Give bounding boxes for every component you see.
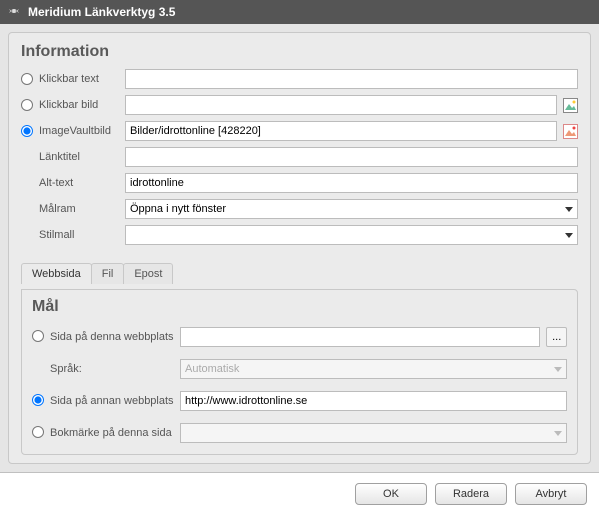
label-language: Språk: [50,363,180,375]
select-target-frame-value: Öppna i nytt fönster [130,203,226,215]
input-alt-text[interactable] [125,173,578,193]
input-imagevault[interactable] [125,121,557,141]
window-title: Meridium Länkverktyg 3.5 [28,5,175,19]
chevron-down-icon [554,367,562,372]
input-clickable-image[interactable] [125,95,557,115]
ok-button[interactable]: OK [355,483,427,505]
button-bar: OK Radera Avbryt [0,472,599,514]
label-clickable-image: Klickbar bild [39,99,125,111]
tabs: Webbsida Fil Epost [21,263,578,284]
label-site-other: Sida på annan webbplats [50,395,180,407]
tab-file[interactable]: Fil [91,263,125,284]
label-imagevault: ImageVaultbild [39,125,125,137]
radio-clickable-image[interactable] [21,99,33,111]
input-site-other[interactable] [180,391,567,411]
input-site-this[interactable] [180,327,540,347]
radio-site-this[interactable] [32,330,44,342]
app-icon [6,3,28,22]
tab-web[interactable]: Webbsida [21,263,92,284]
label-alt-text: Alt-text [39,177,125,189]
cancel-button[interactable]: Avbryt [515,483,587,505]
select-target-frame[interactable]: Öppna i nytt fönster [125,199,578,219]
input-clickable-text[interactable] [125,69,578,89]
label-link-title: Länktitel [39,151,125,163]
select-stylesheet[interactable] [125,225,578,245]
radio-bookmark[interactable] [32,426,44,438]
information-heading: Information [21,43,578,61]
tab-email[interactable]: Epost [123,263,173,284]
label-clickable-text: Klickbar text [39,73,125,85]
chevron-down-icon [554,431,562,436]
radio-imagevault[interactable] [21,125,33,137]
radio-clickable-text[interactable] [21,73,33,85]
target-heading: Mål [32,298,567,316]
select-bookmark [180,423,567,443]
delete-button[interactable]: Radera [435,483,507,505]
label-bookmark: Bokmärke på denna sida [50,427,180,439]
select-language-value: Automatisk [185,363,239,375]
select-language: Automatisk [180,359,567,379]
label-site-this: Sida på denna webbplats [50,331,180,343]
input-link-title[interactable] [125,147,578,167]
label-target-frame: Målram [39,203,125,215]
imagevault-picker-icon[interactable] [563,123,578,139]
label-stylesheet: Stilmall [39,229,125,241]
radio-site-other[interactable] [32,394,44,406]
chevron-down-icon [565,233,573,238]
chevron-down-icon [565,207,573,212]
browse-button[interactable]: ... [546,327,567,347]
title-bar: Meridium Länkverktyg 3.5 [0,0,599,24]
image-picker-icon[interactable] [563,97,578,113]
